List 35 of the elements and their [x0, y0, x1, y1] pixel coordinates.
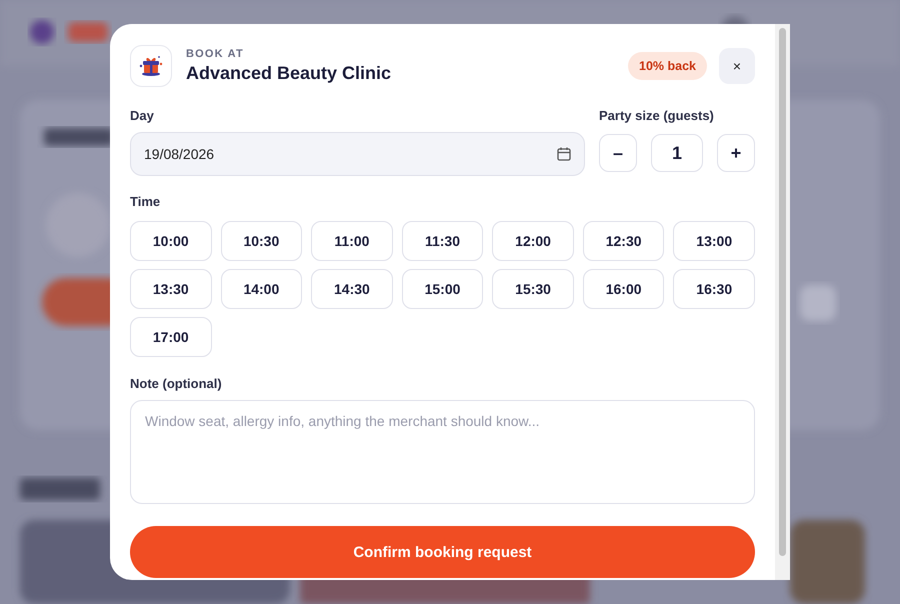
party-size-label: Party size (guests) [599, 108, 715, 123]
time-slot[interactable]: 13:00 [673, 221, 755, 261]
gift-logo-icon [130, 45, 172, 87]
time-slot[interactable]: 10:00 [130, 221, 212, 261]
modal-title: Advanced Beauty Clinic [186, 63, 392, 84]
time-slot[interactable]: 13:30 [130, 269, 212, 309]
time-slot[interactable]: 12:00 [492, 221, 574, 261]
increment-button[interactable]: + [717, 134, 755, 172]
note-label: Note (optional) [130, 376, 223, 391]
time-slot[interactable]: 14:30 [311, 269, 393, 309]
time-slot[interactable]: 15:00 [402, 269, 484, 309]
time-slot[interactable]: 16:00 [582, 269, 664, 309]
decrement-button[interactable]: – [599, 134, 637, 172]
note-field[interactable]: Window seat, allergy info, anything the merchant should know... [130, 400, 755, 504]
eyebrow-label: BOOK AT [186, 48, 245, 60]
day-label: Day [130, 108, 155, 123]
close-button[interactable]: × [719, 48, 755, 84]
blurred-circle-badge [46, 193, 110, 257]
cashback-badge: 10% back [628, 52, 707, 80]
guest-count-field[interactable]: 1 [651, 134, 703, 172]
time-slot[interactable]: 17:00 [130, 317, 212, 357]
time-slot[interactable]: 14:00 [220, 269, 302, 309]
date-field[interactable]: 19/08/2026 [130, 132, 585, 176]
time-slot[interactable]: 11:00 [311, 221, 393, 261]
time-slot[interactable]: 16:30 [673, 269, 755, 309]
time-slot[interactable]: 10:30 [220, 221, 302, 261]
time-slot[interactable]: 15:30 [492, 269, 574, 309]
time-slot[interactable]: 11:30 [402, 221, 484, 261]
scrollbar[interactable] [775, 24, 790, 580]
confirm-button[interactable]: Confirm booking request [130, 526, 755, 578]
blurred-logo-icon [30, 20, 54, 44]
calendar-icon[interactable] [557, 147, 571, 161]
blurred-brand-mark [68, 22, 108, 42]
time-label: Time [130, 194, 162, 209]
time-slot[interactable]: 12:30 [582, 221, 664, 261]
